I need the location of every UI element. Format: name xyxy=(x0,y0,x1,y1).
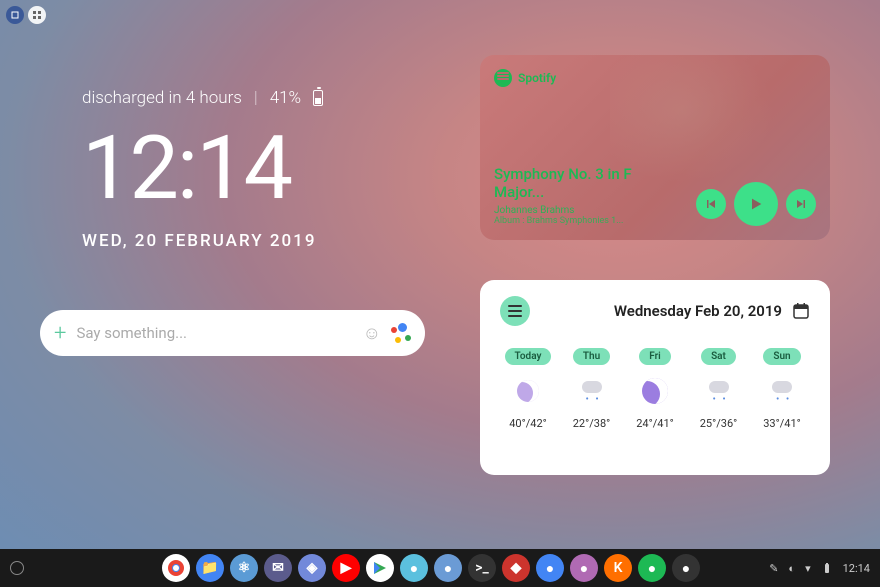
battery-icon xyxy=(313,90,323,106)
emoji-icon[interactable]: ☺ xyxy=(363,323,381,344)
day-temp: 33°/41° xyxy=(754,417,810,430)
day-label: Sat xyxy=(701,348,736,365)
forecast-day[interactable]: Thu 22°/38° xyxy=(564,344,620,430)
app-terminal[interactable]: >_ xyxy=(468,554,496,582)
app-files[interactable]: 📁 xyxy=(196,554,224,582)
app-app1[interactable]: ● xyxy=(400,554,428,582)
separator: | xyxy=(254,88,258,108)
clock-time: 12:14 xyxy=(82,125,317,213)
clock-date: WED, 20 FEBRUARY 2019 xyxy=(82,231,317,251)
track-info: Symphony No. 3 in F Major... Johannes Br… xyxy=(494,165,674,226)
user-icon[interactable]: ◐ xyxy=(788,562,795,575)
forecast-day[interactable]: Sat 25°/36° xyxy=(691,344,747,430)
battery-text: discharged in 4 hours xyxy=(82,88,242,108)
forecast-day[interactable]: Fri 24°/41° xyxy=(627,344,683,430)
app-app3[interactable]: ● xyxy=(536,554,564,582)
app-inbox[interactable]: ✉ xyxy=(264,554,292,582)
app-kustom[interactable]: K xyxy=(604,554,632,582)
wifi-icon[interactable]: ▾ xyxy=(805,562,811,575)
weather-icon xyxy=(627,375,683,407)
weather-icon xyxy=(754,375,810,407)
track-title: Symphony No. 3 in F Major... xyxy=(494,165,674,201)
music-controls xyxy=(696,182,816,226)
app-discord[interactable]: ◈ xyxy=(298,554,326,582)
track-album: Album : Brahms Symphonies 1... xyxy=(494,216,674,226)
app-react[interactable]: ⚛ xyxy=(230,554,258,582)
system-tray[interactable]: ✎ ◐ ▾ 12:14 xyxy=(769,562,870,575)
day-label: Today xyxy=(505,348,552,365)
taskbar: 📁⚛✉◈▶●●>_◆●●K●● ✎ ◐ ▾ 12:14 xyxy=(0,549,880,587)
day-temp: 25°/36° xyxy=(691,417,747,430)
forecast-day[interactable]: Today 40°/42° xyxy=(500,344,556,430)
forecast-row: Today 40°/42° Thu 22°/38° Fri 24°/41° Sat 25°/3… xyxy=(500,344,810,430)
taskbar-time: 12:14 xyxy=(843,562,870,575)
battery-tray-icon xyxy=(821,562,833,574)
menu-icon[interactable] xyxy=(500,296,530,326)
spotify-icon xyxy=(494,69,512,87)
app-youtube[interactable]: ▶ xyxy=(332,554,360,582)
app-ruby[interactable]: ◆ xyxy=(502,554,530,582)
window-icon[interactable] xyxy=(6,6,24,24)
battery-percent: 41% xyxy=(270,88,301,108)
day-label: Thu xyxy=(573,348,610,365)
calendar-icon[interactable] xyxy=(792,302,810,320)
weather-icon xyxy=(500,375,556,407)
day-temp: 24°/41° xyxy=(627,417,683,430)
search-input[interactable] xyxy=(76,324,352,342)
add-icon[interactable]: + xyxy=(54,321,66,346)
grid-icon[interactable] xyxy=(28,6,46,24)
weather-widget[interactable]: Wednesday Feb 20, 2019 Today 40°/42° Thu 22… xyxy=(480,280,830,475)
app-shelf: 📁⚛✉◈▶●●>_◆●●K●● xyxy=(162,554,700,582)
day-label: Sun xyxy=(763,348,800,365)
track-artist: Johannes Brahms xyxy=(494,205,674,216)
music-widget[interactable]: Spotify Symphony No. 3 in F Major... Joh… xyxy=(480,55,830,240)
battery-status: discharged in 4 hours | 41% xyxy=(82,88,323,108)
play-button[interactable] xyxy=(734,182,778,226)
day-label: Fri xyxy=(639,348,671,365)
app-app2[interactable]: ● xyxy=(434,554,462,582)
weather-date: Wednesday Feb 20, 2019 xyxy=(530,302,782,320)
weather-icon xyxy=(691,375,747,407)
app-app5[interactable]: ● xyxy=(672,554,700,582)
app-app4[interactable]: ● xyxy=(570,554,598,582)
clock-widget: 12:14 WED, 20 FEBRUARY 2019 xyxy=(82,125,317,251)
day-temp: 22°/38° xyxy=(564,417,620,430)
search-bar[interactable]: + ☺ xyxy=(40,310,425,356)
app-play[interactable] xyxy=(366,554,394,582)
pen-icon[interactable]: ✎ xyxy=(769,562,778,575)
weather-icon xyxy=(564,375,620,407)
launcher-button[interactable] xyxy=(10,561,24,575)
day-temp: 40°/42° xyxy=(500,417,556,430)
next-button[interactable] xyxy=(786,189,816,219)
forecast-day[interactable]: Sun 33°/41° xyxy=(754,344,810,430)
top-left-icons xyxy=(6,6,46,24)
prev-button[interactable] xyxy=(696,189,726,219)
assistant-icon[interactable] xyxy=(391,323,411,343)
app-spotify[interactable]: ● xyxy=(638,554,666,582)
app-chrome[interactable] xyxy=(162,554,190,582)
